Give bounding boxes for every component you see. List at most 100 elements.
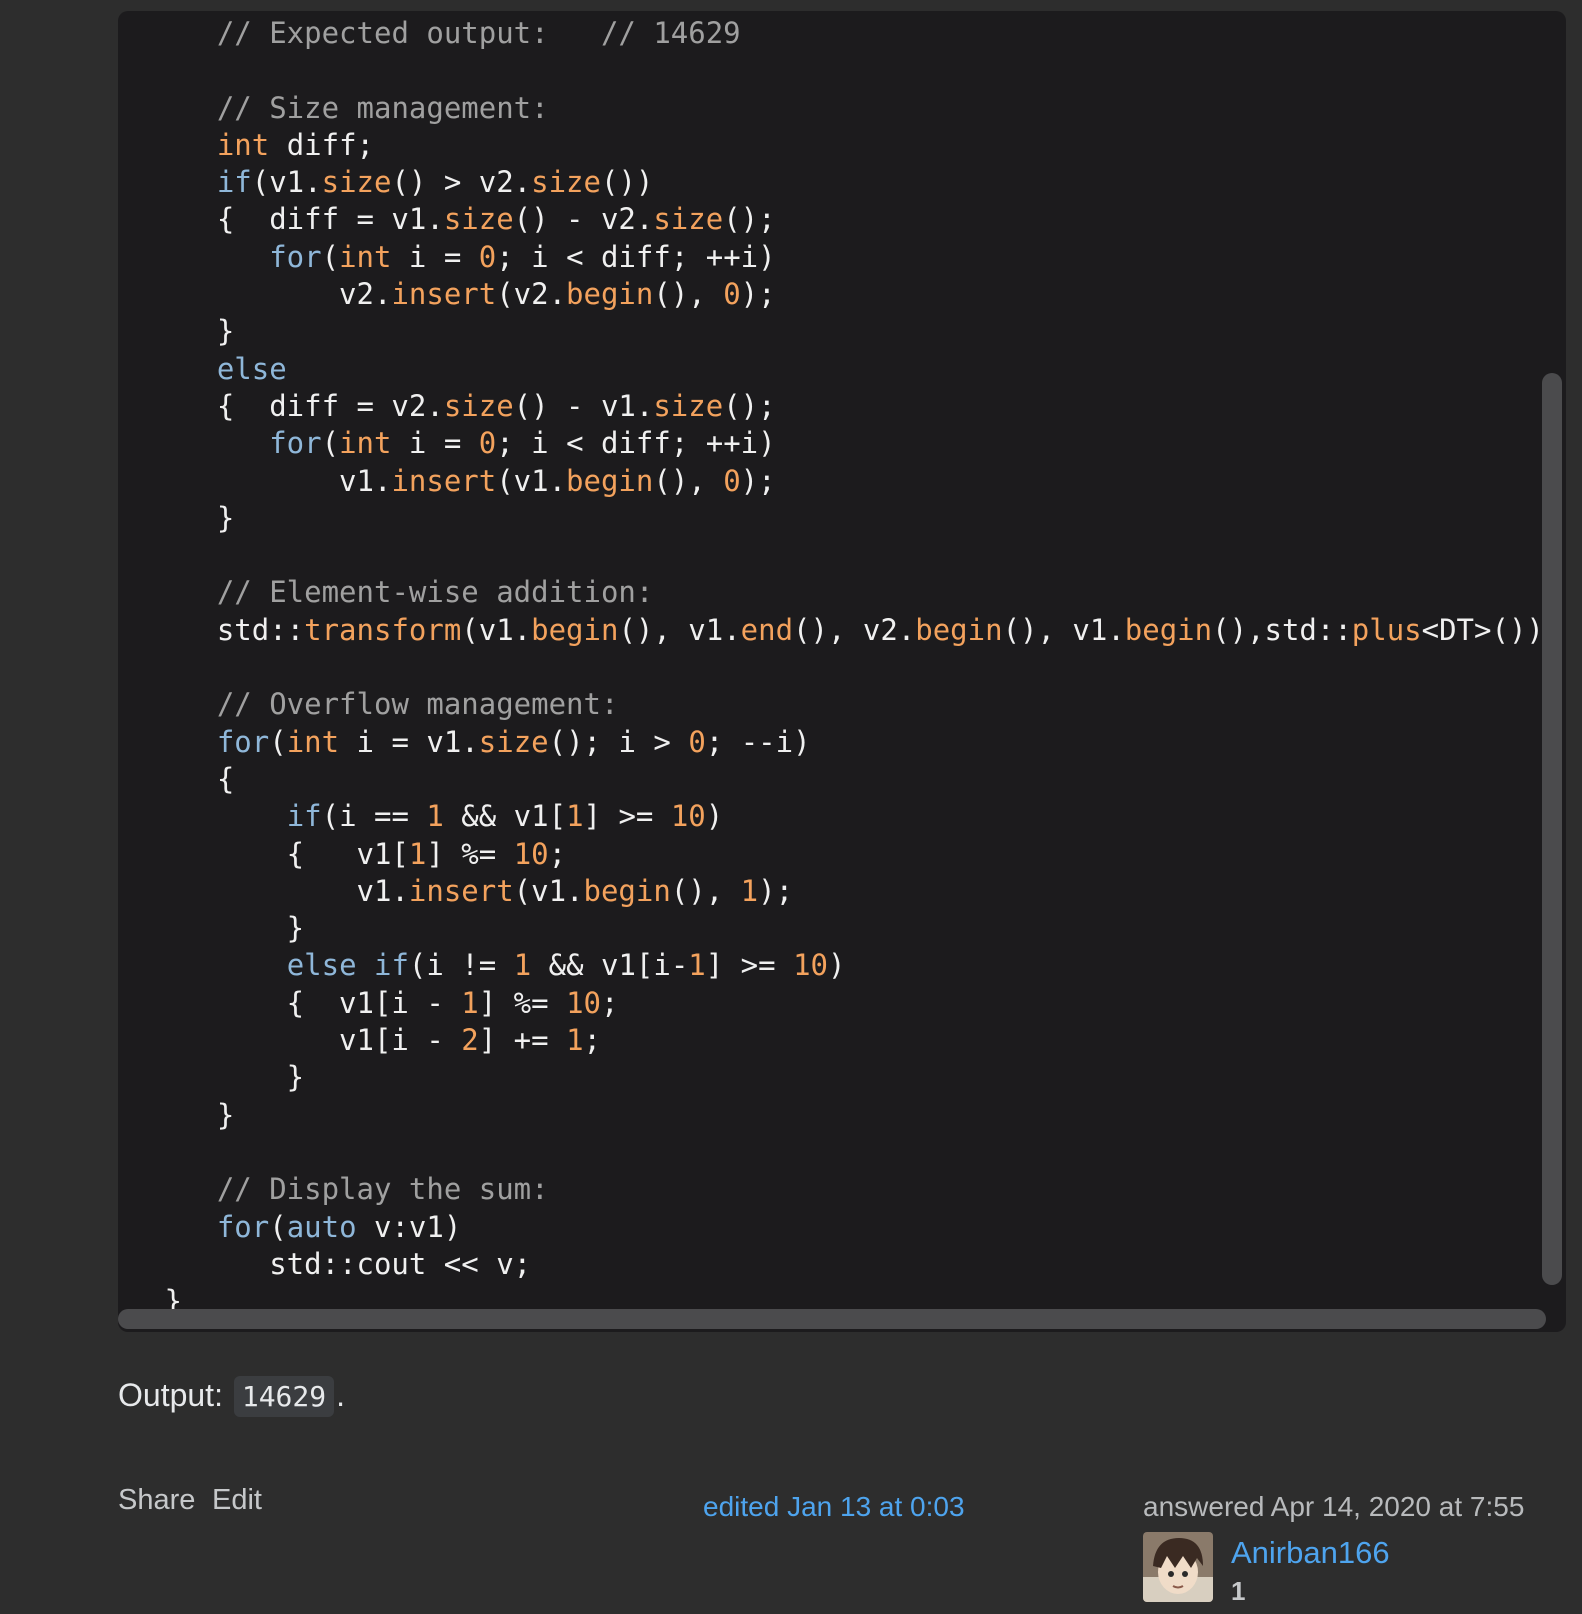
code-token: (); i > bbox=[548, 724, 689, 759]
code-line: v1.insert(v1.begin(), 0); bbox=[147, 463, 1561, 500]
code-token: for bbox=[269, 239, 322, 274]
code-token: ; i < diff; ++i) bbox=[496, 239, 776, 274]
code-line: for(int i = 0; i < diff; ++i) bbox=[147, 425, 1561, 462]
code-token: 1 bbox=[408, 836, 427, 871]
code-token: ; bbox=[583, 1023, 601, 1058]
code-token: // Expected output: // 14629 bbox=[216, 16, 741, 50]
code-token: 1 bbox=[740, 873, 759, 908]
code-token: ] %= bbox=[478, 985, 567, 1020]
code-token: 10 bbox=[513, 836, 549, 871]
horizontal-scrollbar[interactable] bbox=[118, 1309, 1546, 1329]
edit-link[interactable]: Edit bbox=[212, 1484, 262, 1517]
code-token: (), v2. bbox=[793, 612, 916, 647]
code-token: else bbox=[216, 351, 287, 386]
code-token: 1 bbox=[688, 948, 706, 983]
code-token: (i == bbox=[321, 799, 427, 834]
code-token: begin bbox=[566, 463, 654, 498]
code-line: // Overflow management: bbox=[147, 686, 1561, 723]
code-token: 10 bbox=[670, 799, 706, 834]
code-line: v2.insert(v2.begin(), 0); bbox=[147, 276, 1561, 313]
code-token: (i != bbox=[408, 948, 514, 983]
code-token: if bbox=[286, 799, 322, 834]
code-line: { diff = v1.size() - v2.size(); bbox=[147, 201, 1561, 238]
code-token: ( bbox=[321, 239, 340, 274]
code-token: if bbox=[216, 165, 252, 200]
code-token: size bbox=[653, 388, 724, 423]
vertical-scrollbar[interactable] bbox=[1542, 373, 1562, 1285]
code-token: size bbox=[478, 724, 549, 759]
code-token: insert bbox=[391, 277, 497, 312]
code-token: } bbox=[147, 1097, 235, 1132]
code-token: i = bbox=[391, 239, 479, 274]
code-token: size bbox=[653, 202, 724, 237]
code-token: ; i < diff; ++i) bbox=[496, 426, 776, 461]
code-token: (), bbox=[653, 463, 724, 498]
code-token: (v1. bbox=[461, 612, 532, 647]
code-token: 0 bbox=[723, 277, 741, 312]
code-token: 2 bbox=[461, 1023, 479, 1058]
code-block: // Expected output: // 14629 // Size man… bbox=[118, 11, 1566, 1332]
user-avatar[interactable] bbox=[1143, 1532, 1213, 1602]
share-link[interactable]: Share bbox=[118, 1484, 195, 1517]
code-token: ; bbox=[548, 836, 567, 871]
code-token: ( bbox=[269, 724, 287, 759]
code-token: insert bbox=[408, 873, 514, 908]
code-token: ( bbox=[269, 1209, 287, 1244]
code-token: 10 bbox=[566, 985, 601, 1020]
code-token: std:: bbox=[147, 612, 305, 647]
code-token: 0 bbox=[688, 724, 706, 759]
code-token: transform bbox=[304, 612, 462, 647]
code-token: (), bbox=[670, 873, 741, 908]
code-line: { diff = v2.size() - v1.size(); bbox=[147, 388, 1561, 425]
answered-timestamp: answered Apr 14, 2020 at 7:55 bbox=[1143, 1491, 1525, 1522]
code-line: } bbox=[147, 313, 1561, 350]
code-token: begin bbox=[566, 277, 654, 312]
code-content: // Expected output: // 14629 // Size man… bbox=[147, 15, 1561, 1320]
code-line: { bbox=[147, 761, 1561, 798]
code-token: { diff = v1. bbox=[147, 202, 444, 237]
code-token: (v1. bbox=[496, 463, 567, 498]
code-line: int diff; bbox=[147, 127, 1561, 164]
code-token: ; bbox=[600, 985, 619, 1020]
code-token: } bbox=[147, 500, 235, 535]
code-token: ] >= bbox=[705, 948, 794, 983]
code-token: ()) bbox=[600, 165, 654, 200]
code-token: 1 bbox=[566, 799, 584, 834]
code-token: // Size management: bbox=[216, 90, 549, 125]
code-token: (); bbox=[723, 202, 776, 237]
edited-timestamp-link[interactable]: edited Jan 13 at 0:03 bbox=[703, 1491, 965, 1523]
code-token: else bbox=[286, 948, 357, 983]
code-token: i = v1. bbox=[339, 724, 479, 759]
user-name-link[interactable]: Anirban166 bbox=[1231, 1535, 1390, 1571]
code-token: size bbox=[443, 388, 514, 423]
output-label: Output: bbox=[118, 1377, 223, 1413]
code-token: diff; bbox=[269, 127, 374, 162]
code-token: begin bbox=[531, 612, 619, 647]
code-token: () - v1. bbox=[513, 388, 654, 423]
code-token: { v1[i - bbox=[147, 985, 462, 1020]
code-token: plus bbox=[1351, 612, 1422, 647]
code-token: (), v1. bbox=[1002, 612, 1125, 647]
code-token: (), v1. bbox=[618, 612, 741, 647]
code-token: begin bbox=[1124, 612, 1213, 647]
code-line: for(int i = 0; i < diff; ++i) bbox=[147, 239, 1561, 276]
code-token: v1. bbox=[147, 873, 409, 908]
code-line: // Display the sum: bbox=[147, 1171, 1561, 1208]
code-token: // Overflow management: bbox=[216, 687, 619, 722]
code-line: v1[i - 2] += 1; bbox=[147, 1022, 1561, 1059]
code-token: } bbox=[147, 1060, 305, 1095]
code-line: else bbox=[147, 351, 1561, 388]
user-reputation: 1 bbox=[1231, 1576, 1246, 1606]
code-token: ); bbox=[758, 873, 794, 908]
